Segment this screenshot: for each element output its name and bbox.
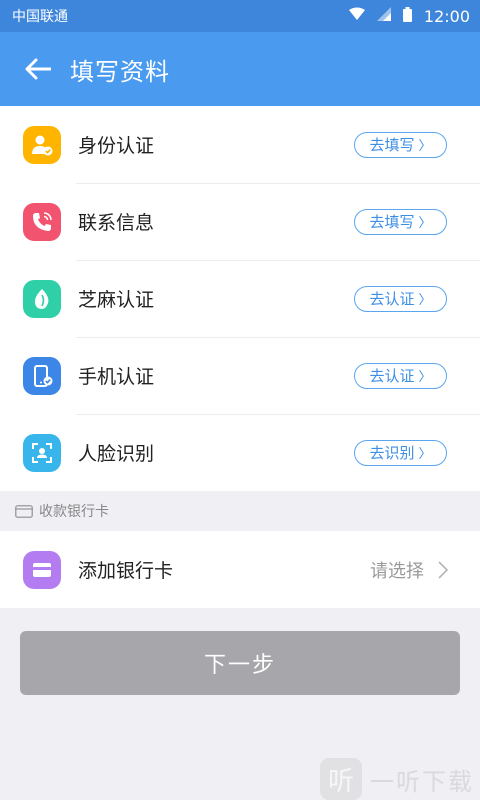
select-placeholder: 请选择 <box>370 560 424 582</box>
recognize-button[interactable]: 去识别〉 <box>354 439 447 466</box>
watermark-logo: 听 <box>320 758 362 800</box>
status-bar: 中国联通 12:00 <box>0 0 480 32</box>
card-outline-icon <box>15 504 33 518</box>
app-bar: 填写资料 <box>0 32 480 106</box>
page-title: 填写资料 <box>70 57 170 86</box>
mobile-verify-icon <box>23 356 61 395</box>
arrow-left-icon <box>25 58 51 80</box>
watermark: 听 一听下载 <box>320 758 480 800</box>
list-item-label: 手机认证 <box>78 366 155 388</box>
fill-in-button[interactable]: 去填写〉 <box>354 131 447 158</box>
chevron-right-icon: 〉 <box>418 139 432 154</box>
chevron-right-icon: 〉 <box>418 447 432 462</box>
status-time: 12:00 <box>423 6 470 26</box>
chevron-right-icon: 〉 <box>418 370 432 385</box>
wifi-icon <box>348 7 365 25</box>
list-item-sesame[interactable]: 芝麻认证 去认证〉 <box>0 260 480 337</box>
phone-contact-icon <box>23 202 61 241</box>
list-item-contact[interactable]: 联系信息 去填写〉 <box>0 183 480 260</box>
list-item-face[interactable]: 人脸识别 去识别〉 <box>0 414 480 491</box>
watermark-text: 一听下载 <box>370 767 474 796</box>
list-item-label: 芝麻认证 <box>78 289 155 311</box>
signal-icon <box>376 7 391 25</box>
next-step-button[interactable]: 下一步 <box>20 631 460 695</box>
chevron-right-icon: 〉 <box>418 216 432 231</box>
chevron-right-icon <box>438 560 448 579</box>
list-item-label: 人脸识别 <box>78 443 155 465</box>
list-item-phone[interactable]: 手机认证 去认证〉 <box>0 337 480 414</box>
list-item-label: 身份认证 <box>78 135 155 157</box>
list-item-label: 联系信息 <box>78 212 155 234</box>
battery-icon <box>402 6 412 26</box>
back-button[interactable] <box>22 53 54 85</box>
sesame-leaf-icon <box>23 279 61 318</box>
carrier-label: 中国联通 <box>12 9 68 25</box>
chevron-right-icon: 〉 <box>418 293 432 308</box>
verification-list: 身份认证 去填写〉 联系信息 去填写〉 芝麻认证 去认证〉 手机认证 去认证〉 … <box>0 106 480 491</box>
bank-card-icon <box>23 550 61 589</box>
face-scan-icon <box>23 433 61 472</box>
add-bank-card-row[interactable]: 添加银行卡 请选择 <box>0 531 480 608</box>
verify-button[interactable]: 去认证〉 <box>354 285 447 312</box>
list-item-label: 添加银行卡 <box>78 560 174 582</box>
section-header-label: 收款银行卡 <box>39 504 109 520</box>
id-card-user-icon <box>23 125 61 164</box>
verify-button[interactable]: 去认证〉 <box>354 362 447 389</box>
bank-section-header: 收款银行卡 <box>0 491 480 531</box>
fill-in-button[interactable]: 去填写〉 <box>354 208 447 235</box>
list-item-identity[interactable]: 身份认证 去填写〉 <box>0 106 480 183</box>
